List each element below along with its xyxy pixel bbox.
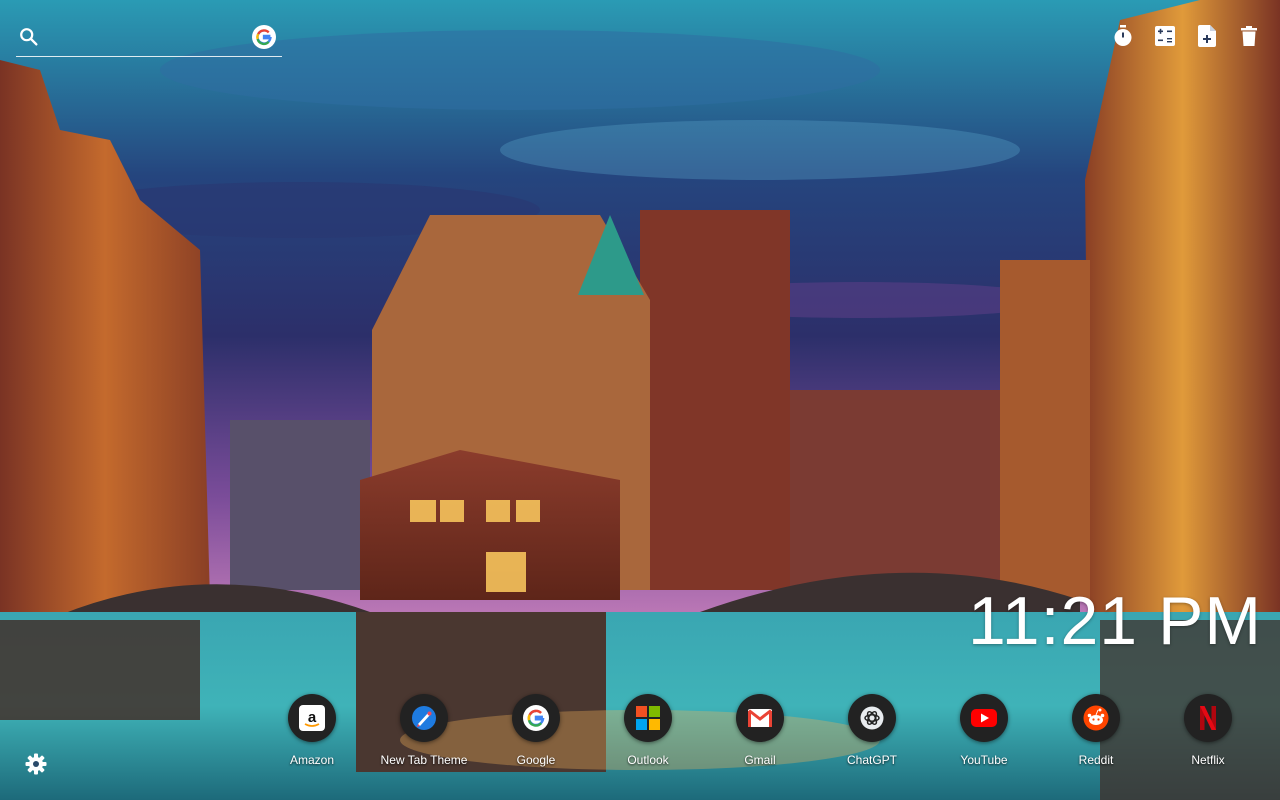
timer-icon[interactable] (1112, 24, 1134, 48)
shortcut-label: Gmail (744, 753, 776, 767)
reddit-icon (1072, 694, 1120, 742)
shortcut-outlook[interactable]: Outlook (592, 694, 704, 767)
notes-icon[interactable] (1196, 24, 1218, 48)
shortcut-label: Google (516, 753, 556, 767)
shortcut-label: New Tab Theme (380, 753, 468, 767)
search-bar (16, 22, 282, 57)
youtube-icon (960, 694, 1008, 742)
shortcut-label: ChatGPT (846, 753, 897, 767)
shortcut-label: Amazon (289, 753, 335, 767)
shortcut-youtube[interactable]: YouTube (928, 694, 1040, 767)
svg-text:a: a (308, 709, 317, 726)
chatgpt-icon (848, 694, 896, 742)
google-icon[interactable] (252, 25, 276, 49)
shortcut-label: Reddit (1078, 753, 1114, 767)
search-input[interactable] (48, 26, 252, 52)
amazon-icon: a (288, 694, 336, 742)
netflix-icon (1184, 694, 1232, 742)
shortcuts-dock: a Amazon New Tab Theme Google Outlook Gm… (256, 694, 1264, 774)
shortcut-google[interactable]: Google (480, 694, 592, 767)
shortcut-label: YouTube (960, 753, 1008, 767)
shortcut-reddit[interactable]: Reddit (1040, 694, 1152, 767)
toolbar (1112, 24, 1260, 48)
calculator-icon[interactable] (1154, 24, 1176, 48)
shortcut-amazon[interactable]: a Amazon (256, 694, 368, 767)
microsoft-icon (624, 694, 672, 742)
gear-icon[interactable] (24, 752, 48, 776)
google-icon (512, 694, 560, 742)
shortcut-netflix[interactable]: Netflix (1152, 694, 1264, 767)
trash-icon[interactable] (1238, 24, 1260, 48)
search-icon[interactable] (18, 26, 40, 48)
shortcut-new-tab-theme[interactable]: New Tab Theme (368, 694, 480, 767)
wallpaper-image (0, 0, 1280, 800)
new-tab-theme-icon (400, 694, 448, 742)
gmail-icon (736, 694, 784, 742)
shortcut-gmail[interactable]: Gmail (704, 694, 816, 767)
shortcut-label: Outlook (627, 753, 669, 767)
shortcut-chatgpt[interactable]: ChatGPT (816, 694, 928, 767)
shortcut-label: Netflix (1191, 753, 1225, 767)
clock: 11:21 PM (967, 583, 1262, 659)
